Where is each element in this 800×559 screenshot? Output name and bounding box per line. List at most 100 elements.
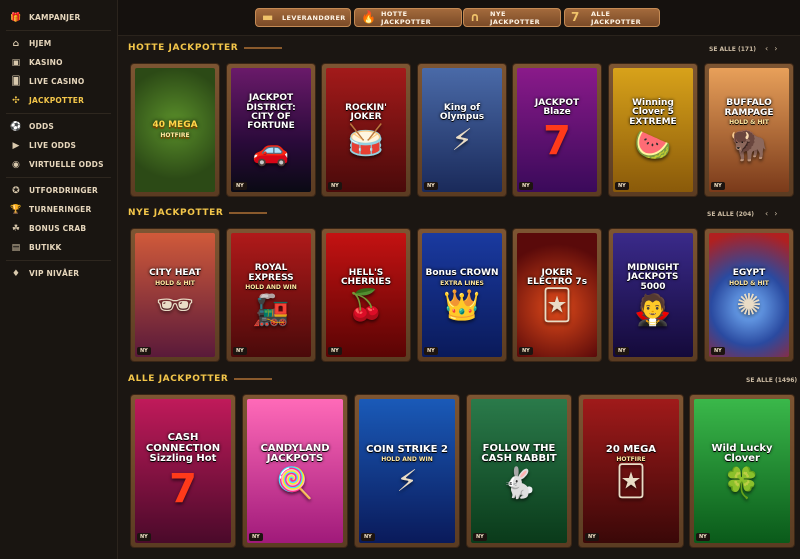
- sidebar-item-vip-nivåer[interactable]: ♦ VIP NIVÅER: [0, 264, 117, 283]
- section-title-hot: HOTTE JACKPOTTER: [128, 43, 283, 53]
- game-card[interactable]: HELL'S CHERRIES 🍒 NY: [322, 229, 410, 361]
- game-art-icon: 🦬: [730, 127, 768, 163]
- game-card[interactable]: COIN STRIKE 2 HOLD AND WIN ⚡ NY: [355, 395, 459, 547]
- game-card[interactable]: FOLLOW THE CASH RABBIT 🐇 NY: [467, 395, 571, 547]
- game-subtitle: HOTFIRE: [616, 456, 646, 464]
- jackpot-icon: ✣: [12, 95, 20, 106]
- section-title-all: ALLE JACKPOTTER: [128, 374, 273, 384]
- game-art-icon: 👑: [443, 287, 481, 323]
- sidebar-item-hjem[interactable]: ⌂ HJEM: [0, 34, 117, 53]
- game-card[interactable]: Bonus CROWN EXTRA LINES 👑 NY: [418, 229, 506, 361]
- game-card[interactable]: Winning Clover 5 EXTREME 🍉 NY: [609, 64, 697, 196]
- nav-pill-leverandorer[interactable]: ▬ LEVERANDØRER: [255, 8, 351, 27]
- see-all-all[interactable]: SE ALLE (1496): [746, 377, 797, 384]
- game-thumbnail: ROCKIN' JOKER 🥁 NY: [326, 68, 406, 192]
- see-all-hot[interactable]: SE ALLE (171): [709, 46, 756, 53]
- game-card[interactable]: 20 MEGA HOTFIRE 🃏 NY: [579, 395, 683, 547]
- nav-pill-hotte[interactable]: 🔥 HOTTE JACKPOTTER: [354, 8, 462, 27]
- sidebar-divider: [6, 30, 111, 31]
- new-badge: NY: [696, 533, 710, 541]
- live-icon: ▶: [12, 140, 20, 151]
- sidebar-item-kampanjer[interactable]: 🎁 KAMPANJER: [0, 8, 117, 27]
- carousel-arrows-hot[interactable]: ‹›: [765, 44, 783, 53]
- game-thumbnail: 40 MEGA HOTFIRE: [135, 68, 215, 192]
- new-badge: NY: [615, 182, 629, 190]
- game-art-icon: ⚡: [451, 123, 473, 159]
- game-art-icon: 🕶: [155, 287, 195, 323]
- sidebar-item-live-casino[interactable]: 🂠 LIVE CASINO: [0, 72, 117, 91]
- nav-pill-nye[interactable]: ∩ NYE JACKPOTTER: [463, 8, 561, 27]
- arrow-right-icon[interactable]: ›: [774, 209, 783, 218]
- game-thumbnail: ROYAL EXPRESS HOLD AND WIN 🚂 NY: [231, 233, 311, 357]
- game-title: ROCKIN' JOKER: [345, 102, 387, 122]
- new-badge: NY: [249, 533, 263, 541]
- game-title: Bonus CROWN: [425, 268, 499, 279]
- game-card[interactable]: CANDYLAND JACKPOTS 🍭 NY: [243, 395, 347, 547]
- new-badge: NY: [473, 533, 487, 541]
- new-badge: NY: [519, 347, 533, 355]
- horseshoe-icon: ∩: [470, 10, 481, 24]
- sidebar-item-jackpotter[interactable]: ✣ JACKPOTTER: [0, 91, 117, 110]
- game-title: HELL'S CHERRIES: [340, 267, 392, 287]
- game-title: 40 MEGA: [152, 120, 198, 131]
- game-title: EGYPT: [732, 268, 766, 279]
- sidebar-item-utfordringer[interactable]: ✪ UTFORDRINGER: [0, 181, 117, 200]
- game-title: JACKPOT DISTRICT: CITY OF FORTUNE: [246, 93, 296, 132]
- game-card[interactable]: CASH CONNECTION Sizzling Hot 7 NY: [131, 395, 235, 547]
- crab-icon: ☘: [11, 223, 21, 234]
- nav-pill-label: NYE JACKPOTTER: [490, 9, 541, 26]
- game-card[interactable]: JACKPOT DISTRICT: CITY OF FORTUNE 🚗 NY: [227, 64, 315, 196]
- sidebar-item-kasino[interactable]: ▣ KASINO: [0, 53, 117, 72]
- nav-pill-label: HOTTE JACKPOTTER: [381, 9, 432, 26]
- arrow-left-icon[interactable]: ‹: [765, 44, 774, 53]
- sidebar-item-label: BONUS CRAB: [29, 224, 87, 233]
- arrow-left-icon[interactable]: ‹: [765, 209, 774, 218]
- sidebar-item-butikk[interactable]: ▤ BUTIKK: [0, 238, 117, 257]
- game-thumbnail: JACKPOT DISTRICT: CITY OF FORTUNE 🚗 NY: [231, 68, 311, 192]
- new-badge: NY: [615, 347, 629, 355]
- game-card[interactable]: BUFFALO RAMPAGE HOLD & HIT 🦬 NY: [705, 64, 793, 196]
- game-art-icon: 🚂: [252, 292, 290, 328]
- game-card[interactable]: ROCKIN' JOKER 🥁 NY: [322, 64, 410, 196]
- sidebar-item-label: LIVE CASINO: [29, 77, 85, 86]
- game-card[interactable]: ROYAL EXPRESS HOLD AND WIN 🚂 NY: [227, 229, 315, 361]
- top-nav-bar: ▬ LEVERANDØRER 🔥 HOTTE JACKPOTTER ∩ NYE …: [118, 0, 800, 36]
- game-art-icon: 🃏: [615, 464, 647, 500]
- sidebar-item-virtuelle-odds[interactable]: ◉ VIRTUELLE ODDS: [0, 155, 117, 174]
- sidebar-item-turneringer[interactable]: 🏆 TURNERINGER: [0, 200, 117, 219]
- game-title: 20 MEGA: [605, 443, 657, 455]
- sidebar-item-live-odds[interactable]: ▶ LIVE ODDS: [0, 136, 117, 155]
- sidebar-item-label: VIP NIVÅER: [29, 269, 80, 278]
- game-thumbnail: EGYPT HOLD & HIT ✺ NY: [709, 233, 789, 357]
- game-subtitle: HOTFIRE: [160, 131, 190, 139]
- carousel-arrows-new[interactable]: ‹›: [765, 209, 783, 218]
- game-title: ROYAL EXPRESS: [248, 263, 294, 283]
- see-all-new[interactable]: SE ALLE (204): [707, 211, 754, 218]
- game-card[interactable]: Wild Lucky Clover 🍀 NY: [690, 395, 794, 547]
- nav-pill-alle[interactable]: 7 ALLE JACKPOTTER: [564, 8, 660, 27]
- sidebar-item-label: UTFORDRINGER: [29, 186, 99, 195]
- new-badge: NY: [328, 182, 342, 190]
- game-card[interactable]: 40 MEGA HOTFIRE: [131, 64, 219, 196]
- game-thumbnail: Bonus CROWN EXTRA LINES 👑 NY: [422, 233, 502, 357]
- game-card[interactable]: CITY HEAT HOLD & HIT 🕶 NY: [131, 229, 219, 361]
- game-card[interactable]: King of Olympus ⚡ NY: [418, 64, 506, 196]
- game-card[interactable]: JACKPOT Blaze 7 NY: [513, 64, 601, 196]
- game-thumbnail: FOLLOW THE CASH RABBIT 🐇 NY: [471, 399, 567, 543]
- game-art-icon: ⚡: [396, 464, 418, 500]
- section-title-text: NYE JACKPOTTER: [128, 208, 224, 218]
- game-card[interactable]: EGYPT HOLD & HIT ✺ NY: [705, 229, 793, 361]
- game-art-icon: 🧛: [634, 293, 672, 329]
- game-title: CASH CONNECTION Sizzling Hot: [145, 432, 221, 465]
- ball-icon: ⚽: [10, 121, 22, 132]
- game-thumbnail: MIDNIGHT JACKPOTS 5000 🧛 NY: [613, 233, 693, 357]
- game-art-icon: 🍒: [347, 288, 385, 324]
- sidebar-divider: [6, 113, 111, 114]
- game-card[interactable]: MIDNIGHT JACKPOTS 5000 🧛 NY: [609, 229, 697, 361]
- game-card[interactable]: JOKER ELECTRO 7s 🃏 NY: [513, 229, 601, 361]
- nav-pill-label: ALLE JACKPOTTER: [591, 9, 642, 26]
- game-thumbnail: Wild Lucky Clover 🍀 NY: [694, 399, 790, 543]
- arrow-right-icon[interactable]: ›: [774, 44, 783, 53]
- sidebar-item-odds[interactable]: ⚽ ODDS: [0, 117, 117, 136]
- sidebar-item-bonus-crab[interactable]: ☘ BONUS CRAB: [0, 219, 117, 238]
